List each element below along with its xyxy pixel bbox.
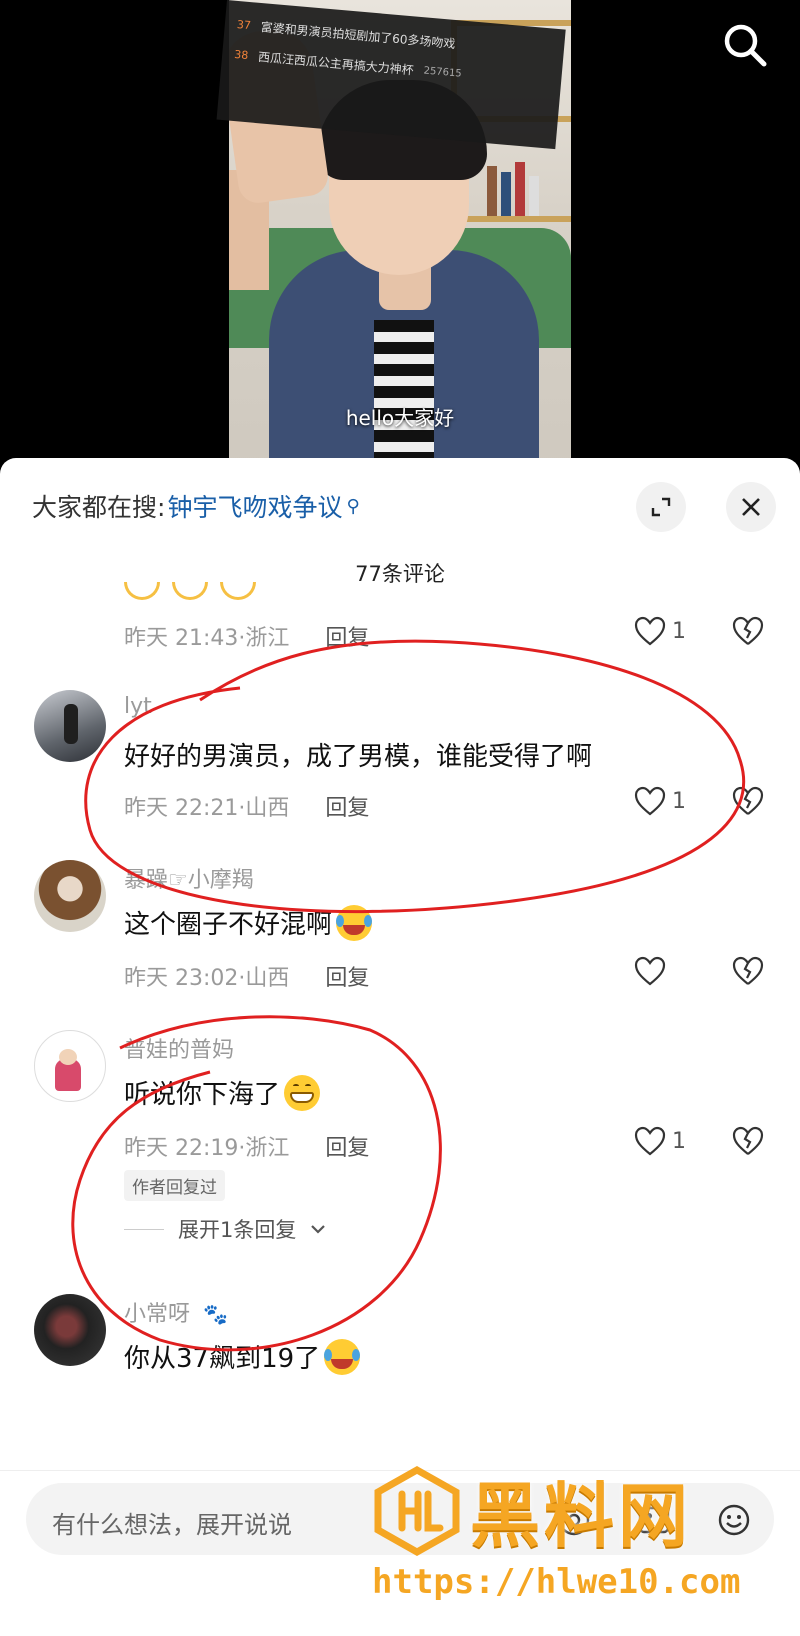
comment-username[interactable]: lyt	[124, 694, 152, 719]
watermark-logo	[374, 1466, 460, 1556]
like-count: 1	[672, 788, 686, 814]
comment-count: 77条评论	[355, 562, 445, 586]
emoji-icon[interactable]	[716, 1502, 752, 1538]
emoji-row	[124, 582, 256, 600]
broken-heart-icon	[732, 956, 764, 985]
striped-shirt	[374, 320, 434, 470]
like-button[interactable]: 1	[634, 616, 686, 646]
avatar[interactable]	[34, 690, 106, 762]
search-prefix: 大家都在搜:	[32, 493, 166, 522]
dislike-button[interactable]	[732, 616, 764, 650]
expand-replies-button[interactable]: 展开1条回复	[124, 1214, 326, 1244]
dislike-button[interactable]	[732, 956, 764, 990]
search-mini-icon: ⚲	[346, 495, 360, 517]
video-subtitle: hello大家好	[345, 406, 455, 430]
smile-emoji-icon	[172, 582, 208, 600]
reply-button[interactable]: 回复	[325, 790, 369, 822]
comment-text: 这个圈子不好混啊	[124, 904, 373, 941]
expand-button[interactable]	[636, 482, 686, 532]
heart-icon	[634, 786, 666, 816]
broken-heart-icon	[732, 786, 764, 815]
reply-button[interactable]: 回复	[325, 1130, 369, 1162]
comment-text: 听说你下海了	[124, 1074, 321, 1111]
laugh-cry-emoji-icon	[336, 904, 373, 941]
search-button[interactable]	[722, 22, 768, 68]
comment-meta: 昨天 22:19·浙江 回复	[124, 1130, 369, 1162]
comment-text: 好好的男演员，成了男模，谁能受得了啊	[124, 742, 593, 772]
like-count: 1	[672, 618, 686, 644]
close-button[interactable]	[726, 482, 776, 532]
search-term[interactable]: 钟宇飞吻戏争议	[167, 488, 342, 524]
smile-emoji-icon	[220, 582, 256, 600]
like-button[interactable]: 1	[634, 1126, 686, 1156]
expand-icon	[651, 497, 671, 517]
comment-username[interactable]: 暴躁☞小摩羯	[124, 862, 254, 894]
heart-icon	[634, 956, 666, 986]
comment-username[interactable]: 普娃的普妈	[124, 1032, 234, 1064]
avatar[interactable]	[34, 860, 106, 932]
paw-icon: 🐾	[203, 1302, 228, 1326]
chevron-down-icon	[311, 1225, 326, 1234]
dislike-button[interactable]	[732, 1126, 764, 1160]
comment-meta: 昨天 23:02·山西 回复	[124, 960, 369, 992]
avatar[interactable]	[34, 1294, 106, 1366]
comment-username[interactable]: 小常呀 🐾	[124, 1296, 228, 1328]
avatar[interactable]	[34, 1030, 106, 1102]
broken-heart-icon	[732, 616, 764, 645]
reply-button[interactable]: 回复	[325, 960, 369, 992]
video-player[interactable]: 37 富婆和男演员拍短剧加了60多场吻戏 38 西瓜汪西瓜公主再搞大力神杯 25…	[0, 0, 800, 470]
close-icon	[742, 498, 760, 516]
watermark-url: https://hlwe10.com	[372, 1562, 741, 1602]
search-icon	[724, 24, 767, 67]
comment-input-placeholder: 有什么想法，展开说说	[52, 1511, 292, 1539]
author-replied-badge: 作者回复过	[124, 1170, 225, 1201]
like-button[interactable]	[634, 956, 666, 986]
smile-emoji-icon	[124, 582, 160, 600]
comment-meta: 昨天 22:21·山西 回复	[124, 790, 369, 822]
broken-heart-icon	[732, 1126, 764, 1155]
grin-emoji-icon	[284, 1074, 321, 1111]
reply-button[interactable]: 回复	[325, 620, 369, 652]
heart-icon	[634, 1126, 666, 1156]
comment-text: 你从37飙到19了	[124, 1338, 361, 1375]
watermark-title: 黑料网	[470, 1475, 692, 1557]
like-count: 1	[672, 1128, 686, 1154]
divider	[124, 1228, 164, 1230]
dislike-button[interactable]	[732, 786, 764, 820]
laugh-cry-emoji-icon	[324, 1338, 361, 1375]
comment-meta: 昨天 21:43·浙江 回复	[124, 620, 369, 652]
trending-search-link[interactable]: 大家都在搜: 钟宇飞吻戏争议 ⚲	[32, 488, 360, 524]
like-button[interactable]: 1	[634, 786, 686, 816]
heart-icon	[634, 616, 666, 646]
